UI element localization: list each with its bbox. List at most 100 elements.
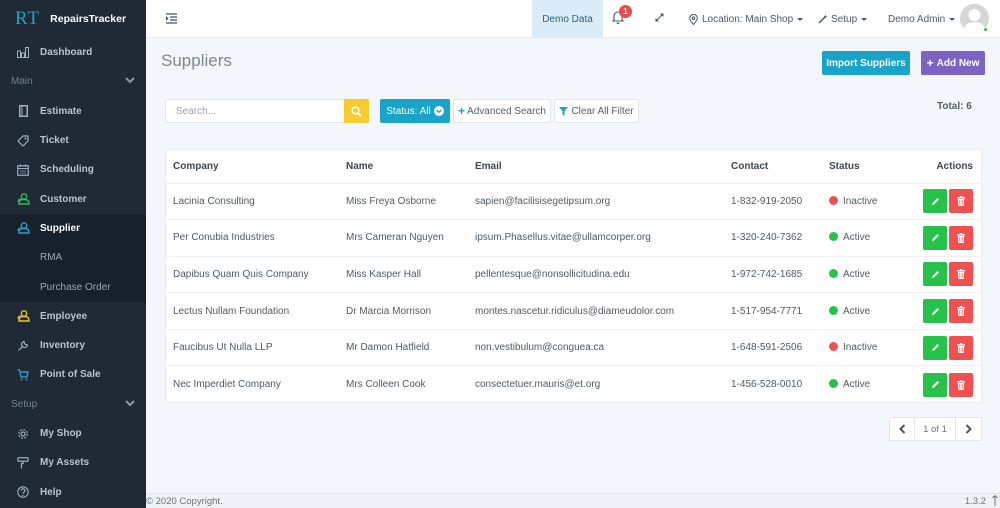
trash-icon bbox=[957, 196, 965, 207]
notification-badge: 1 bbox=[619, 5, 632, 18]
location-pin-icon bbox=[689, 13, 698, 25]
sidebar-item-label: Ticket bbox=[40, 135, 69, 147]
cell-email: consectetuer.mauris@et.org bbox=[475, 379, 601, 391]
sidebar-item-inventory[interactable]: Inventory bbox=[0, 331, 146, 360]
cell-contact: 1-972-742-1685 bbox=[724, 256, 822, 294]
caret-down-icon bbox=[861, 17, 868, 21]
column-header-name[interactable]: Name bbox=[339, 150, 468, 184]
chevron-circle-down-icon bbox=[433, 106, 444, 116]
menu-toggle-icon[interactable] bbox=[166, 12, 180, 26]
delete-button[interactable] bbox=[949, 372, 973, 397]
sidebar-item-supplier[interactable]: Supplier bbox=[0, 213, 146, 244]
page-title: Suppliers bbox=[161, 51, 232, 70]
sidebar-item-employee[interactable]: Employee bbox=[0, 302, 146, 331]
sidebar-item-label: Help bbox=[40, 486, 62, 498]
search-icon bbox=[351, 105, 362, 117]
status-label: Inactive bbox=[843, 195, 878, 207]
cell-email: non.vestibulum@conguea.ca bbox=[468, 329, 724, 367]
cell-actions bbox=[902, 219, 981, 257]
edit-button[interactable] bbox=[923, 189, 947, 214]
trash-icon bbox=[957, 379, 965, 390]
sidebar-item-help[interactable]: Help bbox=[0, 477, 146, 506]
status-label: Active bbox=[843, 268, 871, 280]
search-input[interactable] bbox=[165, 99, 345, 123]
add-new-button[interactable]: + Add New bbox=[921, 51, 985, 75]
delete-button[interactable] bbox=[949, 262, 973, 287]
column-header-company[interactable]: Company bbox=[166, 150, 339, 184]
search-button[interactable] bbox=[344, 99, 369, 123]
cell-name: Mrs Cameran Nguyen bbox=[339, 219, 468, 257]
cell-actions bbox=[902, 183, 981, 221]
sidebar-item-estimate[interactable]: Estimate bbox=[0, 97, 146, 126]
scroll-top-icon[interactable] bbox=[992, 494, 998, 508]
sidebar-item-ticket[interactable]: Ticket bbox=[0, 126, 146, 155]
cell-email: sapien@facilisisegetipsum.org bbox=[468, 183, 724, 221]
cell-actions bbox=[902, 366, 981, 403]
sidebar-item-label: Supplier bbox=[40, 222, 81, 234]
cell-company: Per Conubia Industries bbox=[166, 219, 339, 257]
fullscreen-icon[interactable] bbox=[654, 12, 666, 24]
sidebar-item-customer[interactable]: Customer bbox=[0, 184, 146, 213]
cell-contact: 1-832-919-2050 bbox=[724, 183, 822, 221]
table-row: Nec Imperdiet Company Mrs Colleen Cook con… bbox=[166, 366, 981, 403]
location-label: Location: Main Shop bbox=[702, 13, 794, 25]
delete-button[interactable] bbox=[949, 189, 973, 214]
status-label: Active bbox=[843, 232, 871, 244]
setup-dropdown[interactable]: Setup bbox=[818, 0, 868, 38]
sidebar-section-main[interactable]: Main bbox=[0, 67, 146, 96]
cell-name: Mrs Colleen Cook bbox=[346, 379, 426, 391]
delete-button[interactable] bbox=[949, 225, 973, 250]
status-indicator-dot bbox=[829, 195, 838, 205]
cart-icon bbox=[16, 368, 30, 382]
sidebar-item-rma[interactable]: RMA bbox=[0, 243, 146, 273]
plus-icon: + bbox=[458, 104, 466, 118]
bar-chart-icon bbox=[16, 46, 30, 60]
column-header-email[interactable]: Email bbox=[468, 150, 724, 184]
status-filter-button[interactable]: Status: All bbox=[380, 99, 450, 123]
column-header-contact[interactable]: Contact bbox=[724, 150, 822, 184]
delete-button[interactable] bbox=[949, 335, 973, 360]
caret-down-icon bbox=[949, 17, 956, 21]
section-label: Setup bbox=[11, 398, 38, 410]
wrench-icon bbox=[16, 339, 30, 353]
edit-button[interactable] bbox=[923, 299, 947, 324]
clear-all-filter-button[interactable]: Clear All Filter bbox=[554, 99, 639, 123]
caret-down-icon bbox=[797, 17, 804, 21]
section-label: Main bbox=[11, 76, 33, 88]
brand[interactable]: RT RepairsTracker bbox=[0, 0, 146, 38]
app-name: RepairsTracker bbox=[50, 13, 127, 25]
cell-company: Lacinia Consulting bbox=[166, 183, 339, 221]
cell-name: Mr Damon Hatfield bbox=[339, 329, 468, 367]
sidebar-item-purchase-order[interactable]: Purchase Order bbox=[0, 272, 146, 302]
page-info: 1 of 1 bbox=[915, 418, 956, 440]
edit-button[interactable] bbox=[923, 335, 947, 360]
sidebar-section-setup[interactable]: Setup bbox=[0, 390, 146, 419]
column-header-status[interactable]: Status bbox=[822, 150, 902, 184]
sidebar-item-label: Customer bbox=[40, 193, 87, 205]
version-text: 1.3.2 bbox=[964, 496, 986, 507]
sidebar-item-point-of-sale[interactable]: Point of Sale bbox=[0, 360, 146, 389]
user-dropdown[interactable]: Demo Admin bbox=[888, 0, 956, 38]
sidebar-item-my-assets[interactable]: My Assets bbox=[0, 448, 146, 477]
sidebar-item-label: Employee bbox=[40, 310, 88, 322]
sidebar-item-my-shop[interactable]: My Shop bbox=[0, 419, 146, 448]
filter-icon bbox=[559, 106, 569, 116]
cell-status: Active bbox=[822, 292, 902, 330]
online-status-indicator bbox=[983, 27, 988, 32]
trash-icon bbox=[957, 232, 965, 243]
advanced-search-button[interactable]: + Advanced Search bbox=[453, 99, 551, 123]
edit-button[interactable] bbox=[923, 225, 947, 250]
next-page-button[interactable] bbox=[956, 418, 981, 440]
edit-button[interactable] bbox=[923, 262, 947, 287]
document-icon bbox=[16, 104, 30, 118]
sidebar-item-dashboard[interactable]: Dashboard bbox=[0, 38, 146, 67]
sidebar-item-label: Dashboard bbox=[40, 47, 93, 59]
demo-data-tab[interactable]: Demo Data bbox=[532, 0, 603, 38]
cell-contact: 1-320-240-7362 bbox=[724, 219, 822, 257]
import-suppliers-button[interactable]: Import Suppliers bbox=[822, 51, 910, 75]
sidebar-item-scheduling[interactable]: Scheduling bbox=[0, 155, 146, 184]
location-dropdown[interactable]: Location: Main Shop bbox=[689, 0, 804, 38]
delete-button[interactable] bbox=[949, 299, 973, 324]
edit-button[interactable] bbox=[923, 372, 947, 397]
previous-page-button[interactable] bbox=[890, 418, 915, 440]
